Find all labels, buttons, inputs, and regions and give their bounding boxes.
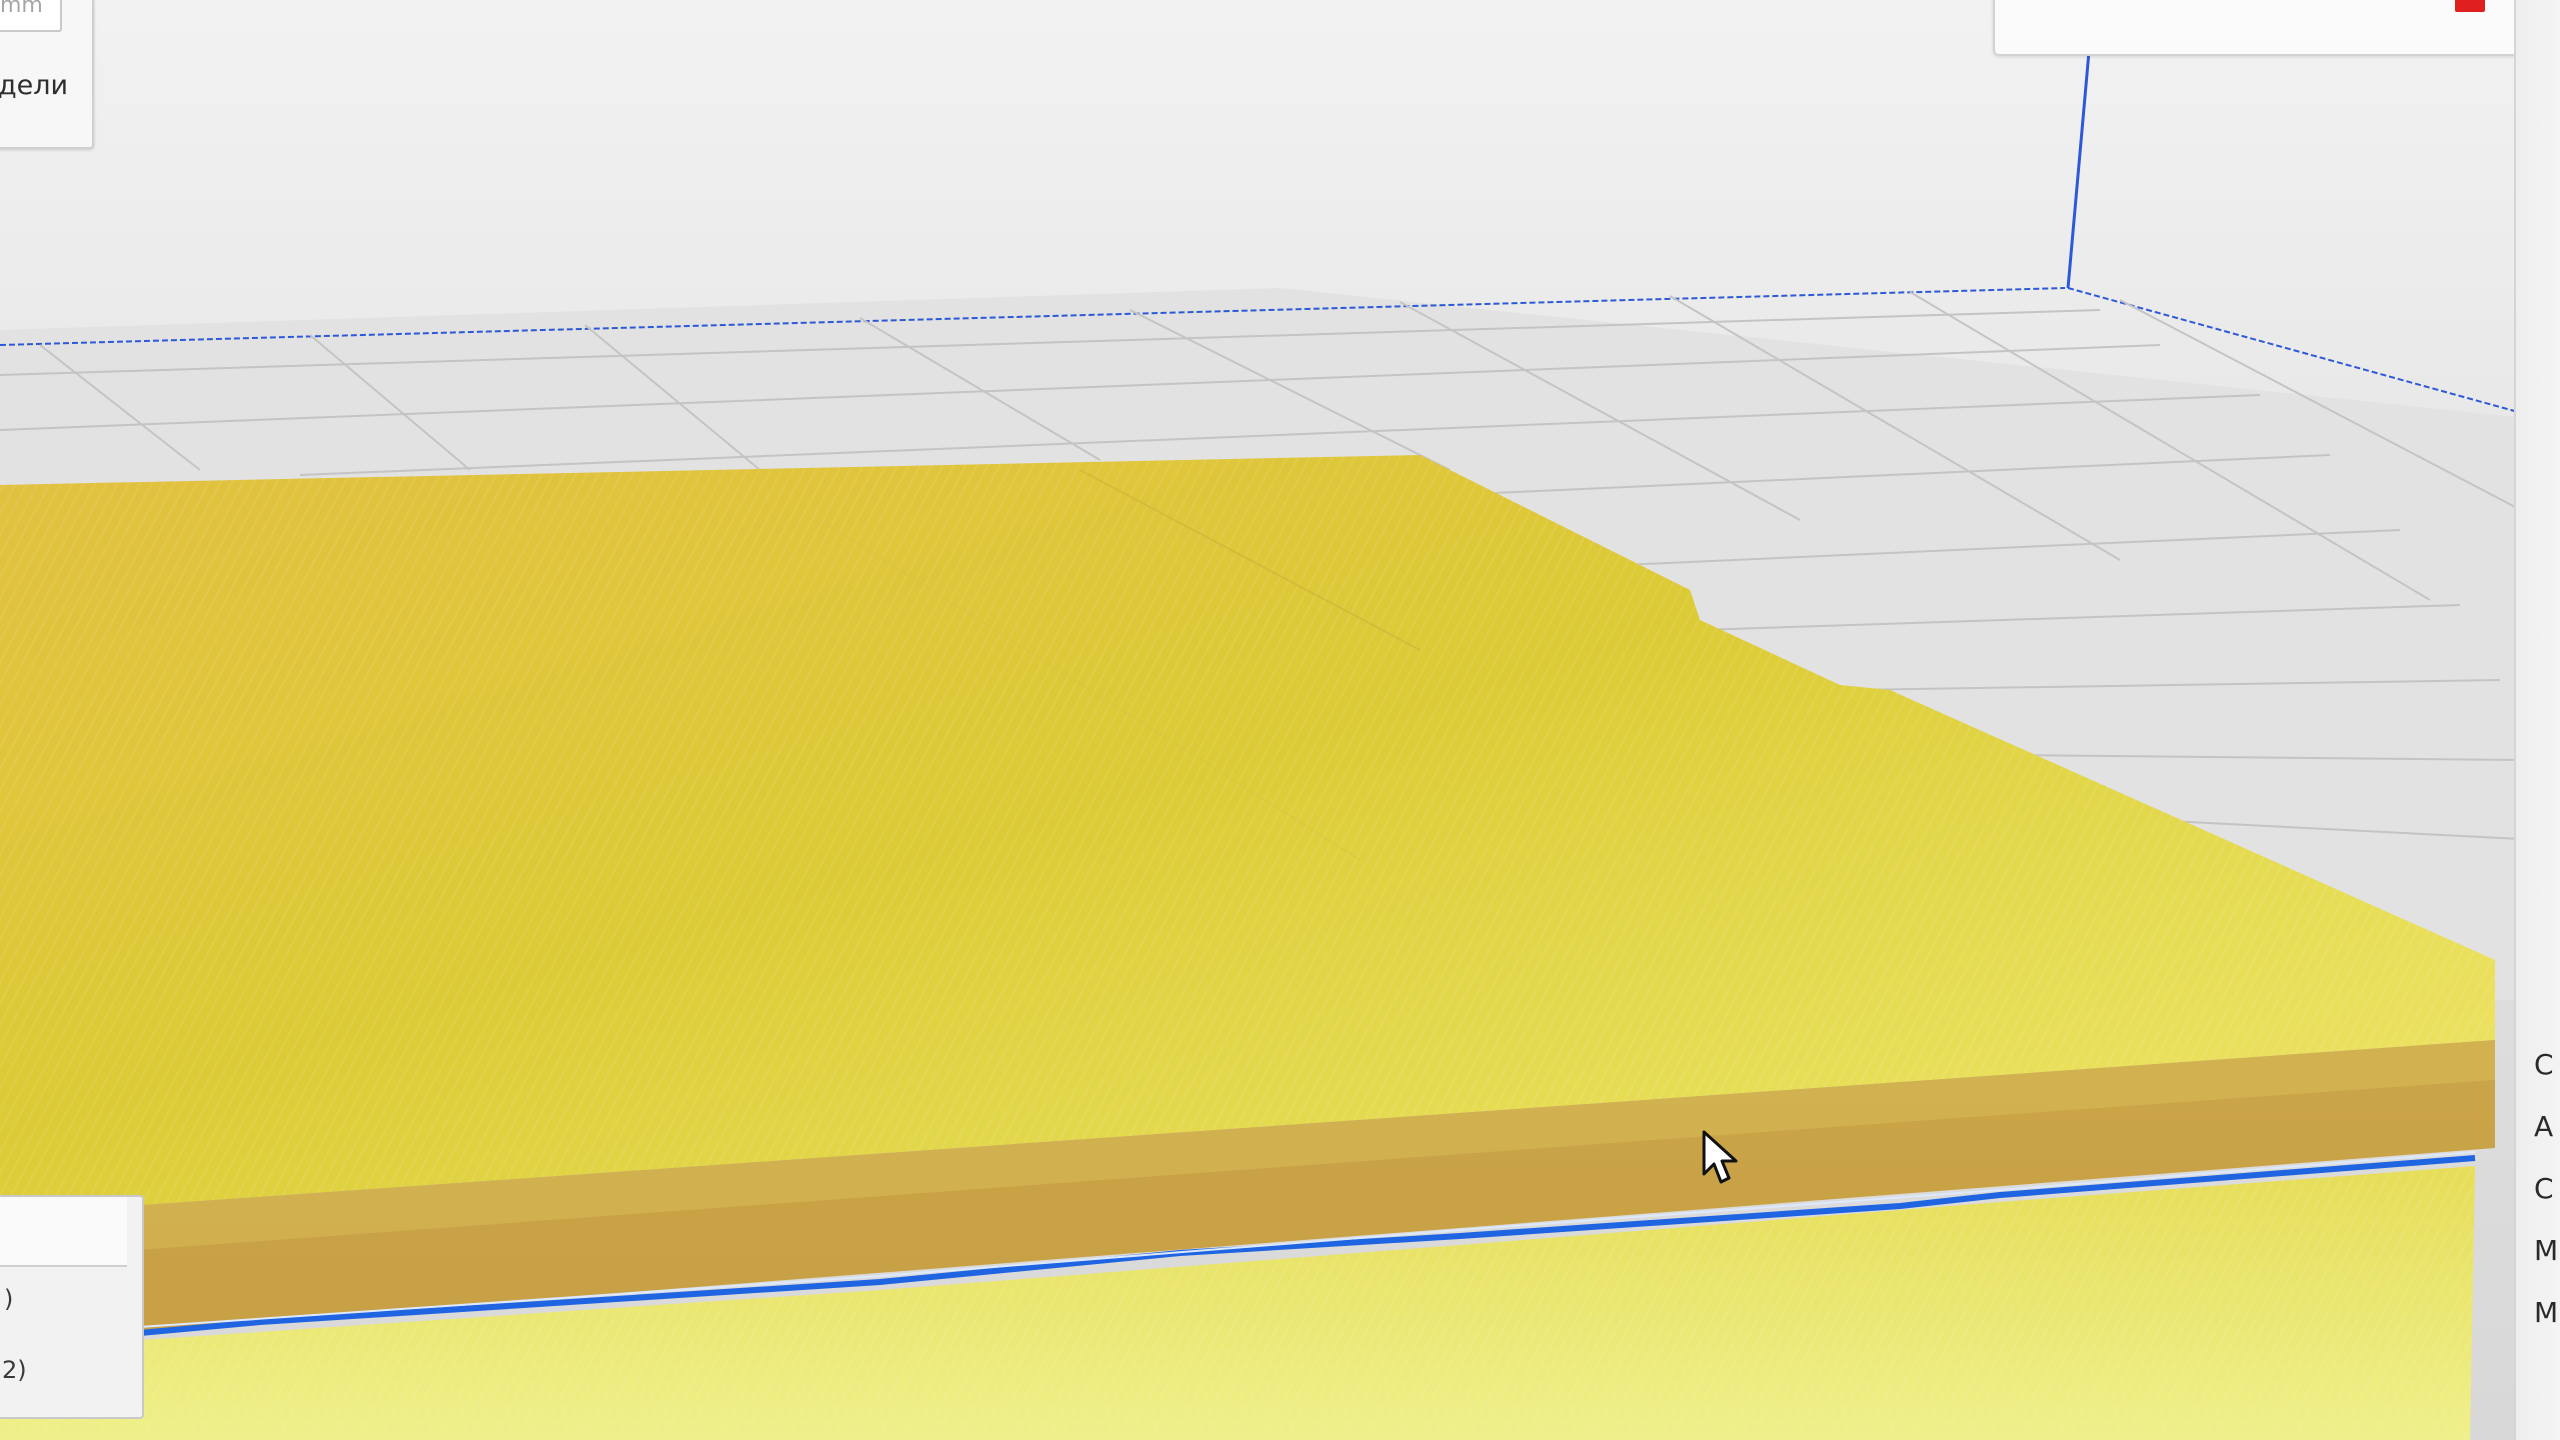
side-label-5[interactable]: M <box>2534 1296 2558 1329</box>
list-header <box>0 1197 127 1267</box>
top-right-panel[interactable] <box>1993 0 2522 56</box>
right-tool-column <box>2514 0 2560 1440</box>
mouse-pointer-icon <box>1702 1130 1738 1184</box>
list-item[interactable]: ) <box>4 1285 13 1313</box>
panel-label: дели <box>0 70 69 101</box>
side-label-1[interactable]: C <box>2534 1048 2554 1081</box>
object-list-panel <box>0 1195 144 1419</box>
unit-field[interactable]: mm <box>0 0 62 32</box>
object-size-panel: mm дели <box>0 0 94 149</box>
red-square-icon[interactable] <box>2455 0 2485 12</box>
build-plate-scene <box>0 39 2545 1440</box>
side-label-3[interactable]: C <box>2534 1172 2554 1205</box>
list-item[interactable]: 2) <box>2 1356 27 1384</box>
side-label-4[interactable]: M <box>2534 1234 2558 1267</box>
side-label-2[interactable]: A <box>2534 1110 2553 1143</box>
3d-viewport[interactable]: mm дели C A C M M ) 2) <box>0 0 2560 1440</box>
